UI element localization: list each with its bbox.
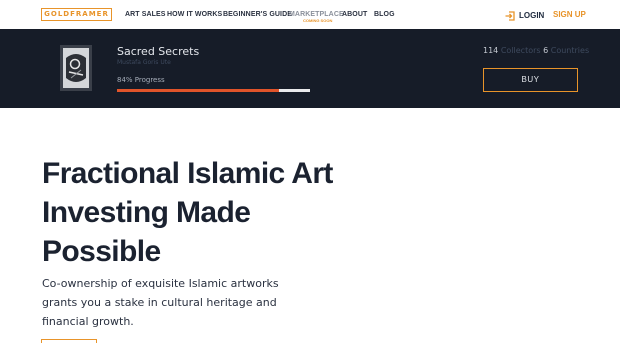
artwork-title[interactable]: Sacred Secrets	[117, 45, 199, 58]
artwork-artist: Mustafa Goris Ute	[117, 59, 171, 66]
login-label: LOGIN	[519, 10, 545, 20]
login-link[interactable]: LOGIN	[505, 9, 544, 21]
featured-artwork-banner: Sacred Secrets Mustafa Goris Ute 84% Pro…	[0, 29, 620, 108]
funding-progress-fill	[117, 89, 280, 92]
artwork-stats: 114 Collectors 6 Countries	[483, 46, 589, 55]
hero-cta-button[interactable]	[41, 339, 97, 343]
artwork-thumbnail[interactable]	[60, 45, 92, 91]
funding-progress-bar	[117, 89, 310, 92]
login-arrow-icon	[505, 6, 515, 25]
coming-soon-badge: COMING SOON	[303, 18, 333, 23]
artwork-image	[63, 48, 89, 88]
collectors-count: 114	[483, 46, 499, 55]
progress-label: 84% Progress	[117, 76, 165, 84]
countries-count: 6	[543, 46, 549, 55]
hero-subtitle: Co-ownership of exquisite Islamic artwor…	[42, 277, 279, 328]
goldframer-logo[interactable]: GOLDFRAMER	[41, 8, 112, 21]
nav-marketplace[interactable]: MARKETPLACE	[289, 11, 344, 18]
nav-art-sales[interactable]: ART SALES	[125, 11, 166, 18]
nav-blog[interactable]: BLOG	[374, 11, 395, 18]
buy-button[interactable]: BUY	[483, 68, 578, 92]
nav-about[interactable]: ABOUT	[342, 11, 367, 18]
countries-label: Countries	[550, 46, 590, 55]
collectors-label: Collectors	[500, 46, 541, 55]
nav-how-it-works[interactable]: HOW IT WORKS	[167, 11, 222, 18]
hero-title: Fractional Islamic Art Investing Made Po…	[42, 157, 333, 268]
nav-beginners-guide[interactable]: BEGINNER'S GUIDE	[223, 11, 292, 18]
top-nav: GOLDFRAMER ART SALES HOW IT WORKS BEGINN…	[0, 0, 620, 29]
signup-link[interactable]: SIGN UP	[553, 10, 586, 19]
